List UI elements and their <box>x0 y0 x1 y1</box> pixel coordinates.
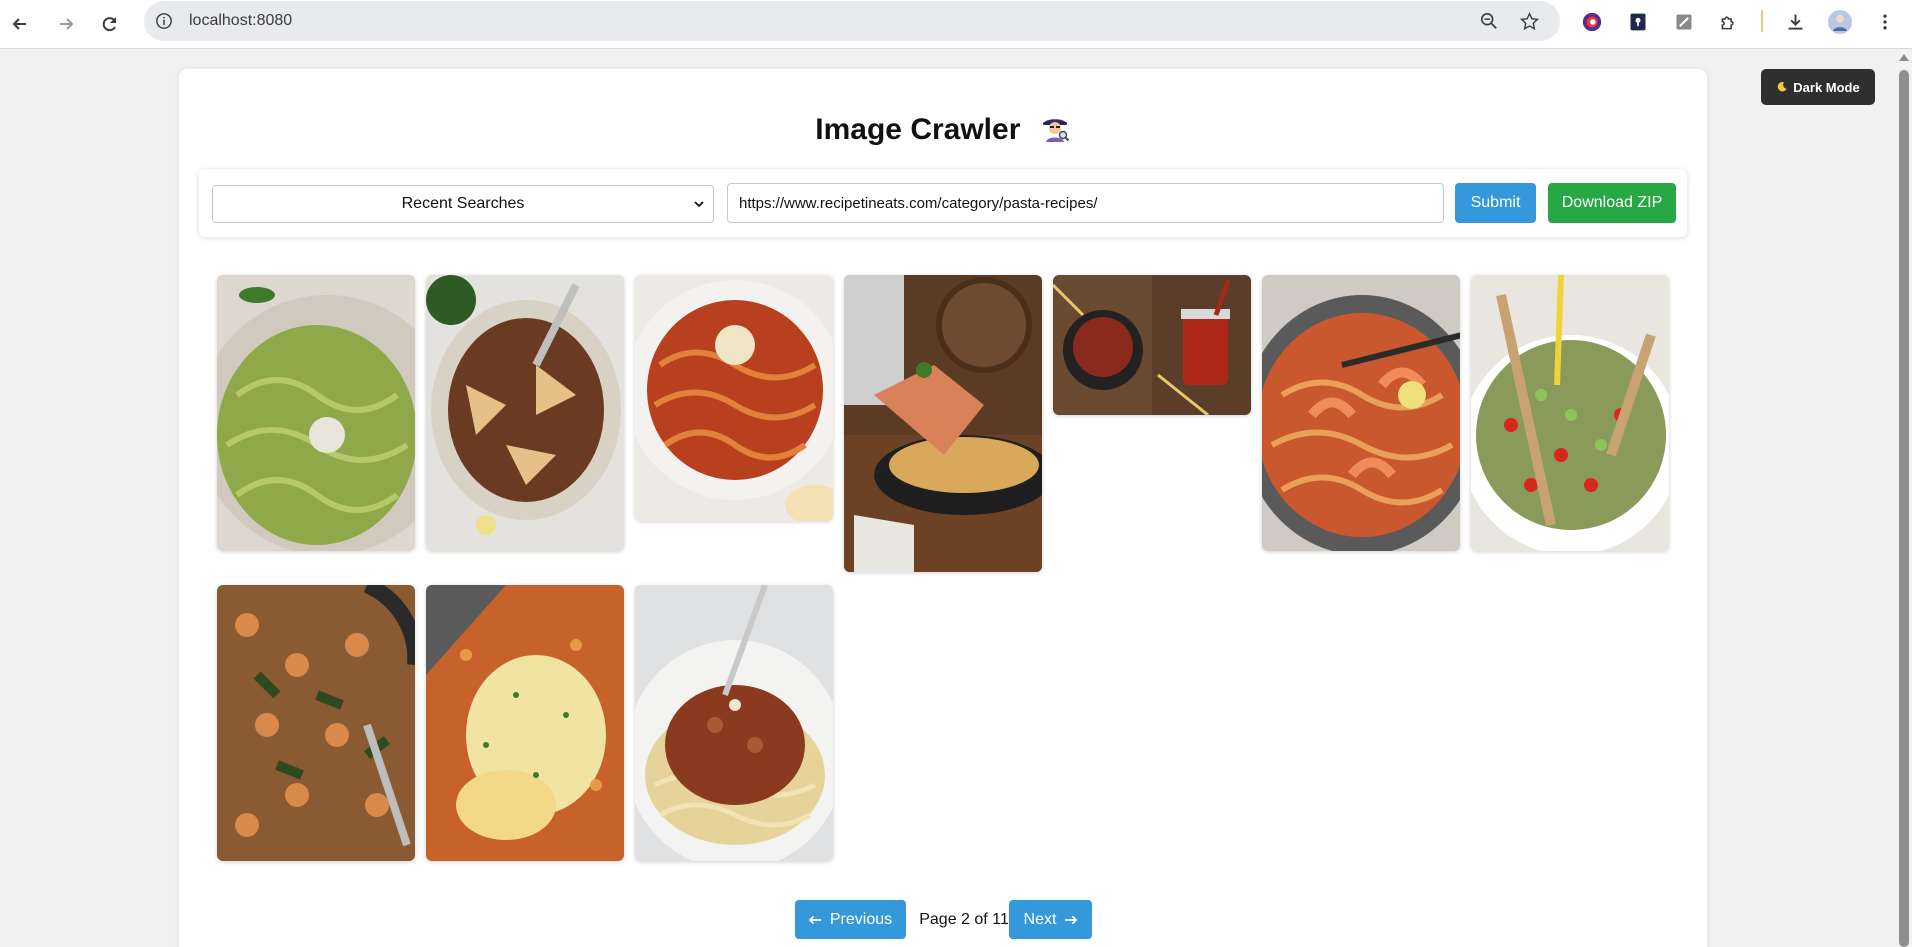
browser-toolbar: localhost:8080 <box>0 0 1912 49</box>
url-text[interactable]: localhost:8080 <box>189 1 292 41</box>
previous-page-button[interactable]: Previous <box>795 900 906 939</box>
profile-avatar-icon[interactable] <box>1828 10 1852 34</box>
page-scrollbar[interactable] <box>1895 50 1912 947</box>
zoom-icon[interactable] <box>1479 11 1499 31</box>
arrow-right-icon <box>1065 915 1078 924</box>
detective-icon <box>1039 111 1071 151</box>
scroll-thumb[interactable] <box>1899 70 1909 947</box>
main-card: Image Crawler Recent Searches Submit Dow… <box>179 69 1707 947</box>
gallery-image[interactable] <box>1053 275 1251 415</box>
submit-button[interactable]: Submit <box>1455 183 1536 223</box>
arrow-left-icon <box>12 18 26 30</box>
gallery-image[interactable] <box>844 275 1042 572</box>
recent-searches-selected: Recent Searches <box>401 195 525 212</box>
scroll-up-arrow-icon[interactable] <box>1899 54 1909 61</box>
page-title-text: Image Crawler <box>815 113 1021 146</box>
address-bar[interactable]: localhost:8080 <box>144 1 1560 41</box>
dark-mode-label: Dark Mode <box>1793 79 1860 95</box>
browser-menu-icon[interactable] <box>1873 10 1897 34</box>
url-input[interactable] <box>727 183 1444 223</box>
extension-notes-icon[interactable] <box>1672 10 1696 34</box>
gallery-image[interactable] <box>217 275 415 551</box>
gallery-image[interactable] <box>217 585 415 861</box>
page-title: Image Crawler <box>179 111 1707 151</box>
reload-icon <box>102 17 117 32</box>
extension-password-icon[interactable] <box>1626 10 1650 34</box>
back-button[interactable] <box>4 8 36 40</box>
site-info-icon[interactable] <box>154 11 174 31</box>
forward-button[interactable] <box>50 8 82 40</box>
moon-icon <box>1778 81 1787 92</box>
gallery-image[interactable] <box>635 585 833 861</box>
gallery-image[interactable] <box>635 275 833 521</box>
next-page-button[interactable]: Next <box>1009 900 1092 939</box>
arrow-left-icon <box>808 915 821 924</box>
search-toolbar: Recent Searches Submit Download ZIP <box>199 169 1687 237</box>
chevron-down-icon <box>694 201 704 208</box>
arrow-right-icon <box>60 18 74 30</box>
recent-searches-dropdown[interactable]: Recent Searches <box>212 185 714 223</box>
downloads-icon[interactable] <box>1783 10 1807 34</box>
dark-mode-button[interactable]: Dark Mode <box>1761 69 1875 105</box>
extension-privacy-icon[interactable] <box>1580 10 1604 34</box>
previous-page-label: Previous <box>829 910 893 928</box>
reload-button[interactable] <box>94 8 126 40</box>
gallery-image[interactable] <box>1471 275 1669 551</box>
gallery-image[interactable] <box>426 275 624 551</box>
bookmark-star-icon[interactable] <box>1519 11 1539 31</box>
extensions-puzzle-icon[interactable] <box>1716 10 1740 34</box>
next-page-label: Next <box>1023 910 1057 928</box>
gallery-image[interactable] <box>426 585 624 861</box>
toolbar-divider <box>1761 10 1763 32</box>
gallery-image[interactable] <box>1262 275 1460 551</box>
download-zip-button[interactable]: Download ZIP <box>1548 183 1676 223</box>
page-status: Page 2 of 11 <box>919 911 1009 928</box>
